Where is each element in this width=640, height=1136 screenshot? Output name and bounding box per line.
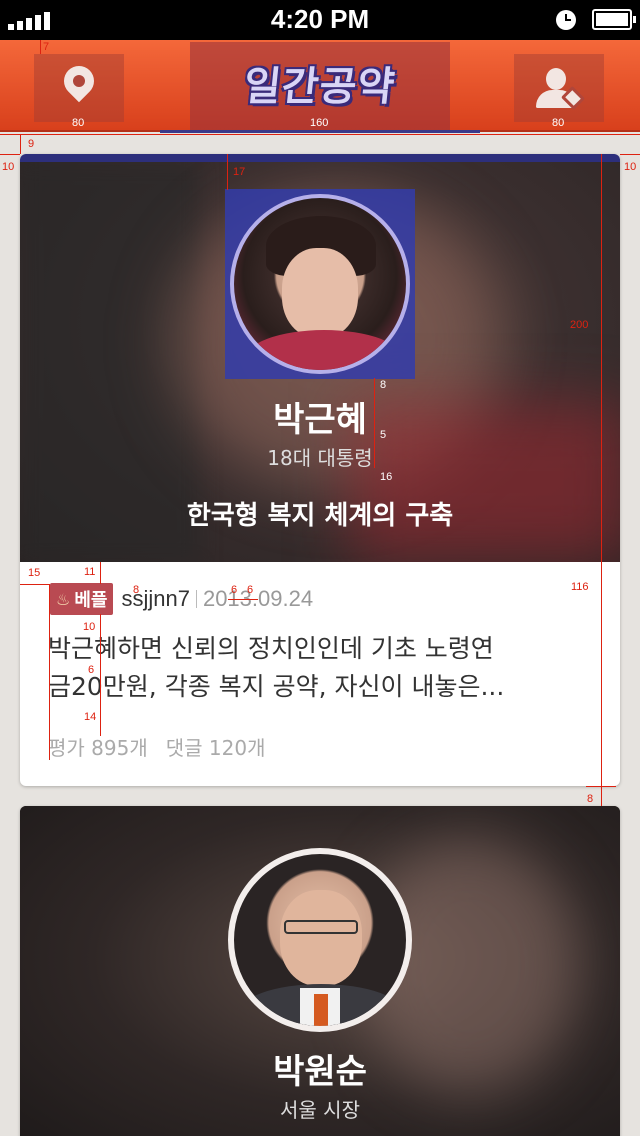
post-stats: 평가 895개 댓글 120개 xyxy=(48,732,265,761)
badge-label: 베플 xyxy=(74,590,108,611)
annotation: 16 xyxy=(380,471,393,483)
alarm-icon xyxy=(556,10,576,30)
annotation: 14 xyxy=(84,711,97,723)
pledge-title: 한국형 복지 체계의 구축 xyxy=(186,501,454,531)
annotation: 80 xyxy=(72,117,85,129)
annotation: 8 xyxy=(133,584,140,596)
user-profile-icon xyxy=(536,68,586,114)
avatar-frame xyxy=(225,189,415,379)
profile-button[interactable] xyxy=(514,54,604,122)
post-body[interactable]: 박근혜하면 신뢰의 정치인인데 기초 노령연 금20만원, 각종 복지 공약, … xyxy=(48,630,598,706)
pledge-card[interactable]: 박원순 서울 시장 xyxy=(20,806,620,1136)
politician-name: 박근혜 xyxy=(273,400,367,440)
best-reply-badge: ♨ 베플 xyxy=(50,583,114,615)
annotation: 160 xyxy=(310,117,329,129)
annotation: 116 xyxy=(571,581,589,593)
divider xyxy=(195,590,197,608)
annotation: 11 xyxy=(84,566,96,578)
rating-count: 평가 895개 xyxy=(48,736,148,760)
annotation: 10 xyxy=(624,161,637,173)
comment-count[interactable]: 댓글 120개 xyxy=(166,732,266,761)
hot-icon: ♨ xyxy=(56,589,71,609)
annotation: 10 xyxy=(83,621,96,633)
avatar xyxy=(230,194,410,374)
post-date: 2013.09.24 xyxy=(202,586,314,611)
pledge-card[interactable]: 박근혜 18대 대통령 한국형 복지 체계의 구축 ♨ 베플 ssjjnn7 2… xyxy=(20,154,620,786)
status-bar: 4:20 PM xyxy=(0,0,640,40)
location-pin-icon xyxy=(57,59,101,103)
annotation: 8 xyxy=(380,379,387,391)
politician-role: 18대 대통령 xyxy=(267,446,373,470)
tab-indicator xyxy=(160,130,480,133)
annotation: 17 xyxy=(233,166,246,178)
post-meta: ♨ 베플 ssjjnn7 2013.09.24 xyxy=(50,583,313,615)
username[interactable]: ssjjnn7 xyxy=(121,586,189,612)
avatar xyxy=(228,848,412,1032)
annotation: 80 xyxy=(552,117,565,129)
card-accent-bar xyxy=(20,154,620,162)
annotation: 5 xyxy=(380,429,387,441)
card-hero: 박근혜 18대 대통령 한국형 복지 체계의 구축 xyxy=(20,162,620,562)
annotation: 6 xyxy=(231,584,238,596)
annotation: 7 xyxy=(43,41,50,53)
politician-name: 박원순 xyxy=(273,1052,367,1092)
annotation: 6 xyxy=(88,664,95,676)
app-title: 일간공약 xyxy=(241,64,398,110)
annotation: 10 xyxy=(2,161,15,173)
post-body-line: 박근혜하면 신뢰의 정치인인데 기초 노령연 xyxy=(48,634,494,663)
battery-icon xyxy=(592,9,636,30)
annotation: 9 xyxy=(28,138,35,150)
status-time: 4:20 PM xyxy=(270,4,370,34)
annotation: 200 xyxy=(570,319,589,331)
politician-role: 서울 시장 xyxy=(280,1098,360,1122)
annotation: 15 xyxy=(28,567,41,579)
location-button[interactable] xyxy=(34,54,124,122)
annotation: 6 xyxy=(247,584,254,596)
post-body-line: 금20만원, 각종 복지 공약, 자신이 내놓은... xyxy=(48,672,505,701)
annotation: 8 xyxy=(587,793,594,805)
